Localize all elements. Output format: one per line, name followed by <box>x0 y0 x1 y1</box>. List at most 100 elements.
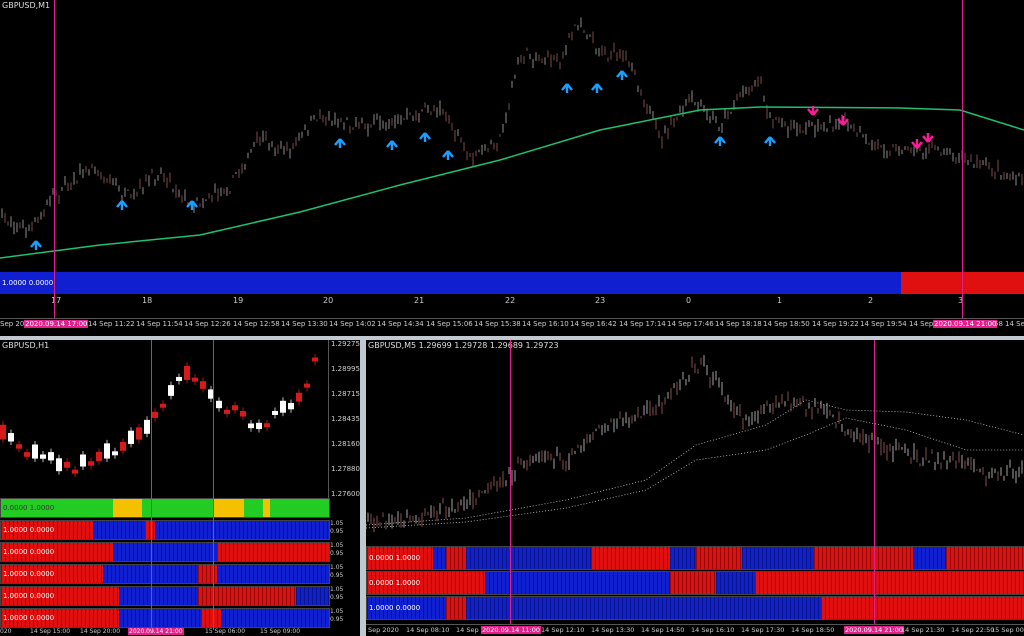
m5-time-label: 14 Sep 13:30 <box>591 626 635 634</box>
m1-price-chart[interactable] <box>0 0 1024 268</box>
h1-strip-scale-label: 0.95 <box>330 594 344 601</box>
h1-indicator-strip: 1.0000 0.0000 <box>0 520 330 540</box>
h1-candle <box>288 399 294 413</box>
h1-price-label: 1.28435 <box>331 415 360 423</box>
m5-indicator-strip: 1.0000 0.0000 <box>366 596 1024 620</box>
m1-time-label: 14 Sep 18:18 <box>715 320 762 328</box>
h1-strip-segment <box>201 609 221 627</box>
m5-strip-label: 1.0000 0.0000 <box>369 604 421 612</box>
m1-hour-label: 17 <box>51 296 62 305</box>
m5-time-label: 15 Sep 00: <box>991 626 1024 634</box>
m5-strip-segment <box>821 597 1024 619</box>
h1-strip-label: 1.0000 0.0000 <box>3 570 55 578</box>
m1-time-label: 14 Sep 16:42 <box>570 320 617 328</box>
h1-candle <box>80 450 86 471</box>
m1-time-label: 14 Sep 19:22 <box>812 320 859 328</box>
m1-time-label: 14 Sep 13:30 <box>281 320 328 328</box>
h1-candle <box>112 447 118 459</box>
h1-price-label: 1.28995 <box>331 365 360 373</box>
m5-time-label: 14 Sep 22:50 <box>951 626 995 634</box>
h1-strip-segment <box>217 565 329 583</box>
h1-strip-label: 1.0000 0.0000 <box>3 614 55 622</box>
m5-strip-segment <box>946 547 1024 569</box>
h1-indicator-strip: 1.0000 0.0000 <box>0 586 330 606</box>
h1-strip-label: 1.0000 0.0000 <box>3 548 55 556</box>
up-arrow-icon <box>714 136 726 146</box>
h1-time-label: 020 <box>0 628 12 635</box>
m5-strip-segment <box>715 572 756 594</box>
m5-cloud-span-a <box>366 399 1024 526</box>
m1-time-label: 14 Sep 12:26 <box>184 320 231 328</box>
up-arrow-icon <box>186 200 198 210</box>
m5-indicator-strip: 0.0000 1.0000 <box>366 546 1024 570</box>
m1-time-label: 14 Sep <box>1005 320 1024 328</box>
m5-time-label: 14 Sep 18:50 <box>791 626 835 634</box>
h1-candle <box>248 419 254 432</box>
h1-strip-segment <box>217 543 329 561</box>
m1-time-label: 14 Sep 14:34 <box>377 320 424 328</box>
h1-candle <box>200 377 206 393</box>
h1-candle <box>160 400 166 412</box>
m5-strip-segment <box>669 572 716 594</box>
h1-candle <box>192 374 198 386</box>
m1-vline-1 <box>54 0 55 318</box>
down-arrow-icon <box>837 116 849 126</box>
m5-strip-segment <box>814 547 914 569</box>
m1-hour-label: 21 <box>414 296 425 305</box>
m1-hour-label: 0 <box>686 296 692 305</box>
h1-price-chart[interactable] <box>0 340 328 498</box>
m5-strip-segment <box>485 572 670 594</box>
down-arrow-icon <box>922 133 934 143</box>
h1-candle <box>216 397 222 412</box>
h1-candle <box>144 416 150 438</box>
m5-chart-window[interactable]: GBPUSD,M5 1.29699 1.29728 1.29689 1.2972… <box>366 340 1024 636</box>
m5-strip-segment <box>669 547 696 569</box>
h1-candle <box>280 397 286 417</box>
m5-vline-1 <box>510 340 511 624</box>
h1-vline-1 <box>151 340 152 630</box>
m5-price-chart[interactable] <box>366 340 1024 544</box>
h1-time-label: 14 Sep 15:00 <box>30 628 71 635</box>
m5-time-label: 14 Sep 21:30 <box>901 626 945 634</box>
m1-time-label: 58 <box>994 320 1003 328</box>
m5-strip-label: 0.0000 1.0000 <box>369 579 421 587</box>
m5-indicator-strip: 0.0000 1.0000 <box>366 571 1024 595</box>
m1-moving-average <box>0 106 1024 259</box>
h1-indicator-strip: 1.0000 0.0000 <box>0 564 330 584</box>
h1-chart-window[interactable]: GBPUSD,H1 1.29275 1.28995 1.28715 1.28435 1.… <box>0 340 360 636</box>
h1-price-scale: 1.29275 1.28995 1.28715 1.28435 1.28160 1.278… <box>328 340 360 498</box>
m1-chart-window[interactable]: GBPUSD,M1 1.0000 0.0000 17 18 19 20 21 22 23 0 1… <box>0 0 1024 336</box>
m1-vline-2 <box>962 0 963 318</box>
m5-strip-segment <box>432 547 446 569</box>
m5-strip-segment <box>465 597 821 619</box>
h1-candle <box>256 419 262 433</box>
h1-candle <box>48 448 54 464</box>
h1-candle <box>224 406 230 418</box>
m5-strip-label: 0.0000 1.0000 <box>369 554 421 562</box>
h1-price-label: 1.28160 <box>331 440 360 448</box>
m5-vline-2 <box>874 340 875 624</box>
m5-time-axis: Sep 2020 14 Sep 08:10 14 Sep 2020.09.14 11:… <box>366 624 1024 636</box>
m5-strip-segment <box>445 597 466 619</box>
h1-candle <box>152 408 158 422</box>
m1-chart-title: GBPUSD,M1 <box>2 1 51 10</box>
h1-candle <box>136 423 142 444</box>
h1-candle <box>0 421 6 443</box>
up-arrow-icon <box>419 132 431 142</box>
h1-strip-segment <box>112 543 218 561</box>
m1-time-axis: Sep 2020 2020.09.14 17:00 14 Sep 11:22 14 S… <box>0 318 1024 329</box>
h1-chart-title: GBPUSD,H1 <box>2 341 50 350</box>
h1-candle <box>128 427 134 448</box>
h1-strip-scale-label: 1.05 <box>330 520 344 527</box>
m1-hour-label: 2 <box>868 296 874 305</box>
h1-indicator-strip: 0.0000 1.0000 <box>0 498 330 518</box>
h1-candle <box>120 438 126 455</box>
h1-strip-segment <box>220 609 329 627</box>
h1-price-label: 1.29275 <box>331 340 360 348</box>
h1-strip-scale-label: 1.05 <box>330 608 344 615</box>
m1-hour-axis: 17 18 19 20 21 22 23 0 1 2 3 <box>0 296 1024 308</box>
h1-candle <box>312 354 318 366</box>
m1-time-label: 14 Sep 11:54 <box>136 320 183 328</box>
h1-candle <box>16 440 22 453</box>
h1-strip-segment <box>155 521 329 539</box>
